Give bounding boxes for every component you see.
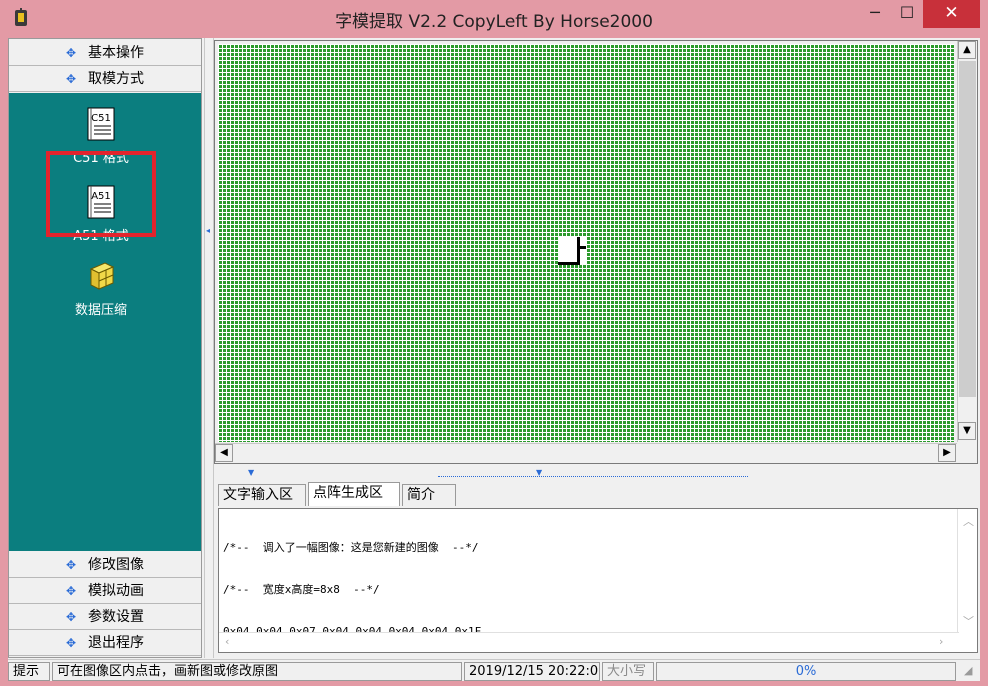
tool-panel: C51 C51 格式 A51 A51 格式 数据压缩 bbox=[9, 93, 201, 551]
diamond-bullet-icon: ✥ bbox=[65, 610, 77, 624]
glyph-pixels bbox=[558, 237, 586, 265]
compress-box-icon bbox=[89, 262, 115, 290]
horizontal-scrollbar[interactable]: ◀ ▶ bbox=[215, 443, 957, 463]
status-progress: 0% bbox=[656, 662, 956, 681]
sidebar-section-label: 基本操作 bbox=[88, 45, 145, 61]
scroll-up-button[interactable]: ▲ bbox=[958, 41, 976, 59]
status-bar: 提示 可在图像区内点击，画新图或修改原图 2019/12/15 20:22:05… bbox=[8, 659, 980, 681]
sidebar-section-exit[interactable]: ✥ 退出程序 bbox=[9, 631, 201, 656]
scroll-right-icon[interactable]: › bbox=[939, 635, 943, 648]
sidebar-section-label: 参数设置 bbox=[88, 609, 145, 625]
pixel-grid[interactable] bbox=[218, 44, 954, 442]
diamond-bullet-icon: ✥ bbox=[65, 72, 77, 86]
scroll-right-button[interactable]: ▶ bbox=[938, 444, 956, 462]
collapse-down-icon[interactable]: ▼ bbox=[536, 468, 542, 477]
output-line: /*-- 调入了一幅图像：这是您新建的图像 --*/ bbox=[223, 541, 479, 554]
sidebar-section-label: 退出程序 bbox=[88, 635, 145, 651]
tab-text-input[interactable]: 文字输入区 bbox=[218, 484, 306, 506]
sidebar-section-label: 修改图像 bbox=[88, 557, 145, 573]
tab-about[interactable]: 简介 bbox=[402, 484, 456, 506]
minimize-button[interactable]: ─ bbox=[858, 0, 892, 28]
close-button[interactable]: ✕ bbox=[923, 0, 980, 28]
diamond-bullet-icon: ✥ bbox=[65, 636, 77, 650]
title-bar: 字模提取 V2.2 CopyLeft By Horse2000 ─ ☐ ✕ bbox=[0, 0, 988, 38]
glyph-image[interactable] bbox=[558, 237, 586, 265]
selection-highlight bbox=[46, 151, 156, 237]
status-hint: 可在图像区内点击，画新图或修改原图 bbox=[52, 662, 462, 681]
scroll-thumb[interactable] bbox=[959, 61, 976, 397]
scroll-thumb[interactable] bbox=[237, 445, 937, 462]
diamond-bullet-icon: ✥ bbox=[65, 558, 77, 572]
horizontal-splitter[interactable] bbox=[438, 467, 748, 477]
sidebar-section-label: 取模方式 bbox=[88, 71, 145, 87]
status-caps-lock: 大小写 bbox=[602, 662, 654, 681]
sidebar-section-settings[interactable]: ✥ 参数设置 bbox=[9, 605, 201, 630]
scroll-left-button[interactable]: ◀ bbox=[215, 444, 233, 462]
scroll-down-button[interactable]: ▼ bbox=[958, 422, 976, 440]
vertical-scrollbar[interactable]: ▲ ▼ bbox=[957, 41, 977, 442]
c51-badge: C51 bbox=[91, 113, 111, 124]
main-client-area: ✥ 基本操作 ✥ 取模方式 C51 C51 格式 A51 A51 格式 数据压缩… bbox=[8, 38, 980, 678]
sidebar-section-modulo-mode[interactable]: ✥ 取模方式 bbox=[9, 67, 201, 92]
scroll-down-icon[interactable]: ﹀ bbox=[963, 613, 974, 629]
resize-grip-icon[interactable]: ◢ bbox=[964, 664, 978, 678]
tool-data-compress[interactable]: 数据压缩 bbox=[49, 259, 153, 318]
maximize-button[interactable]: ☐ bbox=[890, 0, 924, 28]
collapse-down-icon[interactable]: ▼ bbox=[248, 468, 254, 477]
sidebar-section-animation[interactable]: ✥ 模拟动画 bbox=[9, 579, 201, 604]
output-textarea[interactable]: /*-- 调入了一幅图像：这是您新建的图像 --*/ /*-- 宽度x高度=8x… bbox=[218, 508, 978, 653]
window-title: 字模提取 V2.2 CopyLeft By Horse2000 bbox=[335, 12, 653, 32]
output-line: /*-- 宽度x高度=8x8 --*/ bbox=[223, 583, 380, 596]
sidebar: ✥ 基本操作 ✥ 取模方式 C51 C51 格式 A51 A51 格式 数据压缩… bbox=[8, 38, 202, 658]
tab-dot-matrix[interactable]: 点阵生成区 bbox=[308, 482, 400, 506]
c51-doc-icon: C51 bbox=[87, 107, 115, 141]
scroll-up-icon[interactable]: ︿ bbox=[963, 513, 974, 529]
status-datetime: 2019/12/15 20:22:05 bbox=[464, 662, 600, 681]
vertical-splitter[interactable]: ◂ bbox=[204, 38, 214, 658]
tool-label: 数据压缩 bbox=[74, 303, 127, 318]
sidebar-section-edit-image[interactable]: ✥ 修改图像 bbox=[9, 553, 201, 578]
sidebar-section-basic-ops[interactable]: ✥ 基本操作 bbox=[9, 41, 201, 66]
status-hint-label: 提示 bbox=[8, 662, 50, 681]
collapse-left-icon[interactable]: ◂ bbox=[206, 226, 212, 236]
image-area: ▲ ▼ ◀ ▶ bbox=[214, 40, 978, 464]
sidebar-section-label: 模拟动画 bbox=[88, 583, 145, 599]
output-horizontal-scrollbar[interactable]: ‹ › bbox=[219, 632, 959, 652]
diamond-bullet-icon: ✥ bbox=[65, 46, 77, 60]
output-vertical-scrollbar[interactable]: ︿ ﹀ bbox=[957, 509, 977, 633]
scroll-left-icon[interactable]: ‹ bbox=[225, 635, 229, 648]
diamond-bullet-icon: ✥ bbox=[65, 584, 77, 598]
